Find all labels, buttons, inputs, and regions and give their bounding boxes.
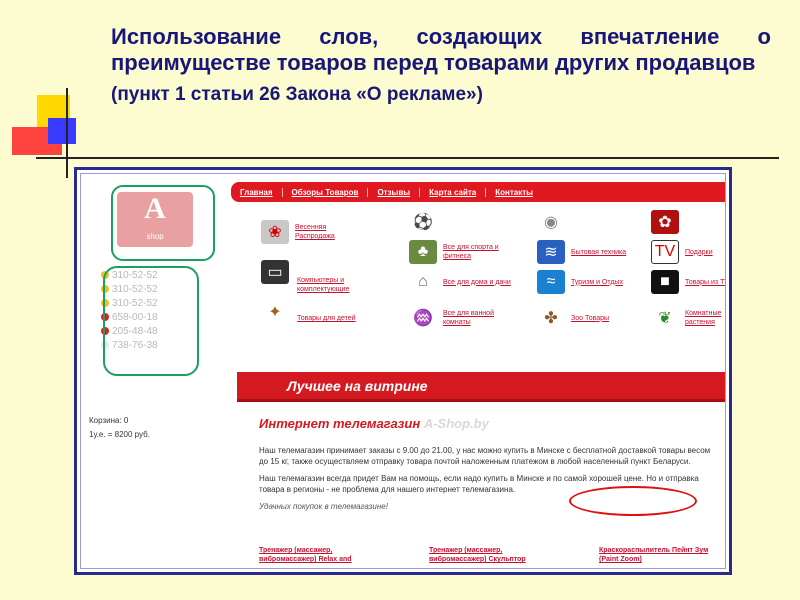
washer-icon: ◉ bbox=[544, 214, 558, 231]
tourism-icon: ≈ bbox=[537, 270, 565, 294]
category-item[interactable]: ♒ Все для ванной комнаты bbox=[409, 306, 511, 330]
slide-title: Использование слов, создающих впечатлени… bbox=[111, 24, 771, 108]
category-item[interactable]: ≈ Туризм и Отдых bbox=[537, 270, 639, 294]
banner-title: Лучшее на витрине bbox=[287, 378, 428, 394]
laptop-icon: ▭ bbox=[261, 260, 289, 284]
category-item[interactable]: ≋ Бытовая техника bbox=[537, 240, 639, 264]
category-item[interactable]: ❦ Комнатные растения bbox=[651, 306, 725, 330]
nav-item-reviews-products[interactable]: Обзоры Товаров bbox=[283, 187, 369, 197]
decor-line-vertical bbox=[66, 88, 68, 178]
product-links: Тренажер (массажер, вибромассажер) Relax… bbox=[259, 546, 725, 564]
website-frame: Главная Обзоры Товаров Отзывы Карта сайт… bbox=[80, 173, 726, 569]
category-item[interactable]: Товары для детей bbox=[297, 314, 365, 323]
paragraph-1: Наш телемагазин принимает заказы с 9.00 … bbox=[259, 446, 711, 466]
decor-line-horizontal bbox=[36, 157, 779, 159]
category-item[interactable]: ♣ Все для спорта и фитнеса bbox=[409, 240, 511, 264]
ball-icon: ⚽ bbox=[413, 214, 433, 231]
gift-icon: ❀ bbox=[261, 220, 289, 244]
category-item[interactable]: ◉ bbox=[537, 210, 571, 234]
highlight-oval-best-price bbox=[569, 486, 697, 516]
plant-icon: ❦ bbox=[658, 310, 672, 327]
slide-title-text: Использование слов, создающих впечатлени… bbox=[111, 24, 771, 75]
main-heading: Интернет телемагазин A-Shop.by bbox=[259, 416, 489, 431]
nav-item-contacts[interactable]: Контакты bbox=[486, 188, 542, 197]
highlight-oval-logo bbox=[111, 185, 215, 261]
present-icon: ✿ bbox=[651, 210, 679, 234]
tv-icon: TV bbox=[651, 240, 679, 264]
teddy-icon: ✦ bbox=[268, 304, 282, 321]
currency-rate: 1у.е. = 8200 руб. bbox=[89, 430, 150, 439]
category-item[interactable]: ▭ bbox=[261, 260, 295, 284]
nav-item-home[interactable]: Главная bbox=[231, 187, 283, 197]
nav-item-feedback[interactable]: Отзывы bbox=[368, 187, 421, 197]
decor-square-blue bbox=[48, 118, 76, 144]
shop-icon: ■ bbox=[651, 270, 679, 294]
cart-info: Корзина: 0 1у.е. = 8200 руб. bbox=[89, 414, 150, 442]
tap-icon: ♒ bbox=[413, 310, 433, 327]
product-link[interactable]: Тренажер (массажер, вибромассажер) Relax… bbox=[259, 546, 389, 564]
pets-icon: ✤ bbox=[544, 310, 558, 327]
website-screenshot: Главная Обзоры Товаров Отзывы Карта сайт… bbox=[74, 167, 732, 575]
site-nav: Главная Обзоры Товаров Отзывы Карта сайт… bbox=[231, 182, 725, 202]
product-link[interactable]: Тренажер (массажер, вибромассажер) Скуль… bbox=[429, 546, 559, 564]
category-item[interactable]: ✦ bbox=[261, 300, 295, 324]
category-item[interactable]: ✤ Зоо Товары bbox=[537, 306, 639, 330]
category-item[interactable]: ✿ bbox=[651, 210, 685, 234]
house-icon: ⌂ bbox=[418, 273, 428, 290]
category-grid: ❀ Весенняя Распродажа ⚽ ♣ Все для спорта и… bbox=[261, 210, 725, 355]
showcase-banner: Лучшее на витрине bbox=[237, 372, 725, 402]
category-item[interactable]: Компьютеры и комплектующие bbox=[297, 276, 365, 294]
cart-label[interactable]: Корзина: 0 bbox=[89, 414, 150, 428]
nav-item-sitemap[interactable]: Карта сайта bbox=[420, 187, 487, 197]
highlight-oval-phones bbox=[103, 266, 199, 376]
sport-icon: ♣ bbox=[409, 240, 437, 264]
product-link[interactable]: Краскораспылитель Пейнт Зум (Paint Zoom) bbox=[599, 546, 725, 564]
category-item[interactable]: TV Подарки bbox=[651, 240, 725, 264]
category-item[interactable]: ⌂ Все для дома и дачи bbox=[409, 270, 511, 294]
category-item[interactable]: ⚽ bbox=[409, 210, 443, 234]
category-item[interactable]: ❀ Весенняя Распродажа bbox=[261, 220, 363, 244]
fins-icon: ≋ bbox=[537, 240, 565, 264]
category-item[interactable]: ■Товары из TV SHOP bbox=[651, 270, 725, 294]
slide-subtitle: (пункт 1 статьи 26 Закона «О рекламе») bbox=[111, 84, 483, 105]
